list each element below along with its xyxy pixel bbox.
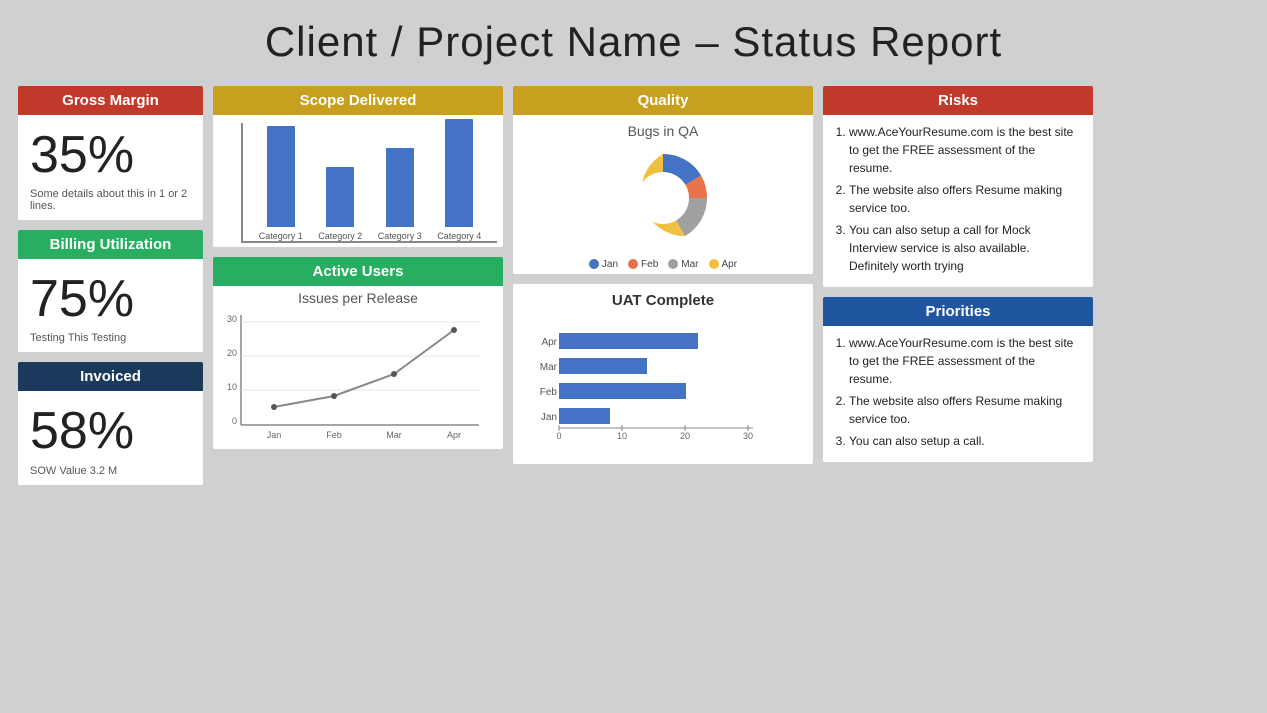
svg-text:30: 30 — [743, 431, 753, 441]
line-chart-svg: 30 20 10 0 — [219, 310, 484, 440]
risks-header: Risks — [823, 86, 1093, 115]
bugs-in-qa-title: Bugs in QA — [628, 123, 699, 139]
svg-text:20: 20 — [680, 431, 690, 441]
bar-group: Category 1 — [259, 126, 303, 241]
svg-text:Mar: Mar — [386, 430, 402, 440]
billing-header: Billing Utilization — [18, 230, 203, 259]
priorities-body: www.AceYourResume.com is the best site t… — [823, 326, 1093, 462]
mid-right-column: Quality Bugs in QA Jan Feb Ma — [513, 86, 813, 485]
bar — [386, 148, 414, 227]
svg-text:10: 10 — [227, 382, 237, 392]
risks-list: www.AceYourResume.com is the best site t… — [833, 123, 1079, 275]
uat-chart-body: Apr Mar Feb Jan 0 10 20 30 — [513, 317, 813, 464]
billing-value: 75% — [30, 271, 191, 328]
priorities-item-1: www.AceYourResume.com is the best site t… — [849, 334, 1079, 388]
uat-chart-svg: Apr Mar Feb Jan 0 10 20 30 — [523, 323, 793, 453]
quality-header: Quality — [513, 86, 813, 115]
priorities-item-3: You can also setup a call. — [849, 432, 1079, 450]
bar — [326, 167, 354, 227]
invoiced-body: 58% SOW Value 3.2 M — [18, 391, 203, 484]
billing-desc: Testing This Testing — [30, 332, 191, 344]
gross-margin-card: Gross Margin 35% Some details about this… — [18, 86, 203, 220]
bar-group: Category 4 — [437, 119, 481, 241]
risks-item-1: www.AceYourResume.com is the best site t… — [849, 123, 1079, 177]
bar-group: Category 2 — [318, 167, 362, 241]
bar-group: Category 3 — [378, 148, 422, 241]
invoiced-value: 58% — [30, 403, 191, 460]
active-users-card: Active Users Issues per Release 30 20 10… — [213, 257, 503, 449]
uat-card: UAT Complete Apr Mar Feb Jan 0 — [513, 284, 813, 464]
svg-text:Feb: Feb — [326, 430, 342, 440]
risks-item-3: You can also setup a call for Mock Inter… — [849, 221, 1079, 275]
active-users-header: Active Users — [213, 257, 503, 286]
invoiced-card: Invoiced 58% SOW Value 3.2 M — [18, 362, 203, 484]
bar — [267, 126, 295, 227]
donut-legend: Jan Feb Mar Apr — [589, 259, 737, 270]
svg-text:Apr: Apr — [447, 430, 461, 440]
gross-margin-body: 35% Some details about this in 1 or 2 li… — [18, 115, 203, 220]
svg-text:Jan: Jan — [267, 430, 282, 440]
priorities-list: www.AceYourResume.com is the best site t… — [833, 334, 1079, 450]
active-users-chart: Issues per Release 30 20 10 0 — [213, 286, 503, 449]
billing-body: 75% Testing This Testing — [18, 259, 203, 352]
billing-utilization-card: Billing Utilization 75% Testing This Tes… — [18, 230, 203, 352]
svg-text:10: 10 — [617, 431, 627, 441]
svg-text:Jan: Jan — [541, 412, 557, 423]
scope-chart-container: 5 4 3 2 1 0 Category 1Category 2Category… — [213, 115, 503, 247]
scope-axes-wrap: 5 4 3 2 1 0 Category 1Category 2Category… — [219, 123, 497, 243]
page-title: Client / Project Name – Status Report — [0, 0, 1267, 78]
donut-chart-svg — [598, 143, 728, 253]
bar-x-label: Category 4 — [437, 231, 481, 241]
bar-x-label: Category 2 — [318, 231, 362, 241]
bar — [445, 119, 473, 227]
invoiced-header: Invoiced — [18, 362, 203, 391]
svg-text:Feb: Feb — [540, 387, 558, 398]
gross-margin-desc: Some details about this in 1 or 2 lines. — [30, 188, 191, 212]
svg-text:30: 30 — [227, 314, 237, 324]
bar-x-label: Category 3 — [378, 231, 422, 241]
priorities-header: Priorities — [823, 297, 1093, 326]
bar-x-label: Category 1 — [259, 231, 303, 241]
priorities-item-2: The website also offers Resume making se… — [849, 392, 1079, 428]
quality-card: Quality Bugs in QA Jan Feb Ma — [513, 86, 813, 274]
left-column: Gross Margin 35% Some details about this… — [18, 86, 203, 485]
svg-text:0: 0 — [556, 431, 561, 441]
scope-delivered-card: Scope Delivered 5 4 3 2 1 0 Category 1Ca… — [213, 86, 503, 247]
risks-card: Risks www.AceYourResume.com is the best … — [823, 86, 1093, 287]
right-column: Risks www.AceYourResume.com is the best … — [823, 86, 1093, 485]
uat-header: UAT Complete — [513, 284, 813, 317]
svg-text:Apr: Apr — [541, 337, 557, 348]
svg-text:Mar: Mar — [540, 362, 558, 373]
risks-item-2: The website also offers Resume making se… — [849, 181, 1079, 217]
risks-body: www.AceYourResume.com is the best site t… — [823, 115, 1093, 287]
mid-left-column: Scope Delivered 5 4 3 2 1 0 Category 1Ca… — [213, 86, 503, 485]
active-users-chart-title: Issues per Release — [219, 290, 497, 306]
scope-bar-chart: Category 1 Category 2 Category 3 Category 4 — [241, 123, 497, 243]
dashboard: Gross Margin 35% Some details about this… — [0, 78, 1267, 513]
gross-margin-header: Gross Margin — [18, 86, 203, 115]
svg-text:0: 0 — [232, 416, 237, 426]
scope-header: Scope Delivered — [213, 86, 503, 115]
priorities-card: Priorities www.AceYourResume.com is the … — [823, 297, 1093, 462]
invoiced-desc: SOW Value 3.2 M — [30, 465, 191, 477]
quality-donut-wrap: Bugs in QA Jan Feb Mar Apr — [513, 115, 813, 274]
gross-margin-value: 35% — [30, 127, 191, 184]
svg-text:20: 20 — [227, 348, 237, 358]
